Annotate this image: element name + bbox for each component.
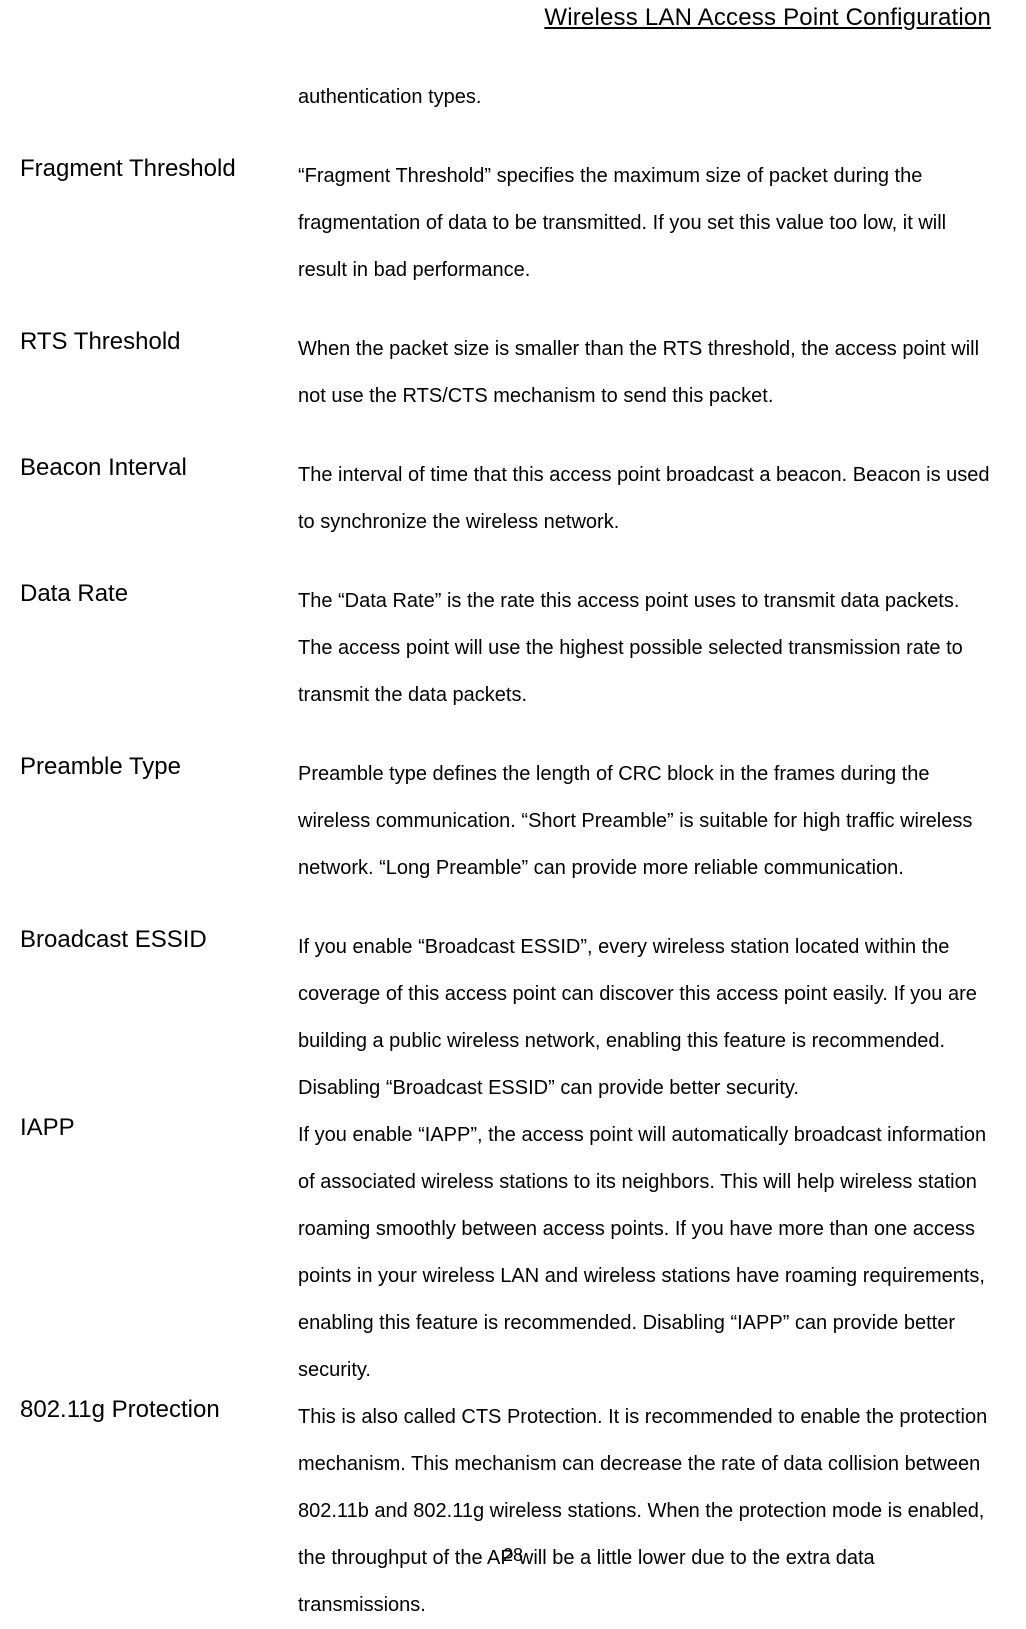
- param-label: Data Rate: [20, 578, 298, 609]
- page-container: Wireless LAN Access Point Configuration …: [0, 0, 1026, 1584]
- param-row: IAPP If you enable “IAPP”, the access po…: [20, 1112, 991, 1394]
- param-desc: If you enable “Broadcast ESSID”, every w…: [298, 924, 991, 1112]
- content-area: authentication types. Fragment Threshold…: [20, 74, 991, 1629]
- page-header: Wireless LAN Access Point Configuration: [20, 0, 991, 34]
- top-fragment-row: authentication types.: [20, 74, 991, 121]
- param-label: Fragment Threshold: [20, 153, 298, 184]
- param-label: Preamble Type: [20, 751, 298, 782]
- param-desc: If you enable “IAPP”, the access point w…: [298, 1112, 991, 1394]
- param-desc: This is also called CTS Protection. It i…: [298, 1394, 991, 1629]
- param-row: RTS Threshold When the packet size is sm…: [20, 326, 991, 420]
- page-number: 28: [0, 1545, 1026, 1566]
- param-row: Data Rate The “Data Rate” is the rate th…: [20, 578, 991, 719]
- param-desc: When the packet size is smaller than the…: [298, 326, 991, 420]
- param-row: Preamble Type Preamble type defines the …: [20, 751, 991, 892]
- param-row: Fragment Threshold “Fragment Threshold” …: [20, 153, 991, 294]
- param-desc: “Fragment Threshold” specifies the maxim…: [298, 153, 991, 294]
- param-desc: The interval of time that this access po…: [298, 452, 991, 546]
- param-desc: Preamble type defines the length of CRC …: [298, 751, 991, 892]
- param-row: 802.11g Protection This is also called C…: [20, 1394, 991, 1629]
- top-fragment-text: authentication types.: [298, 74, 991, 121]
- param-label: RTS Threshold: [20, 326, 298, 357]
- param-label: IAPP: [20, 1112, 298, 1143]
- param-row: Broadcast ESSID If you enable “Broadcast…: [20, 924, 991, 1112]
- param-label: 802.11g Protection: [20, 1394, 298, 1425]
- param-label: Broadcast ESSID: [20, 924, 298, 955]
- param-desc: The “Data Rate” is the rate this access …: [298, 578, 991, 719]
- param-label: Beacon Interval: [20, 452, 298, 483]
- param-row: Beacon Interval The interval of time tha…: [20, 452, 991, 546]
